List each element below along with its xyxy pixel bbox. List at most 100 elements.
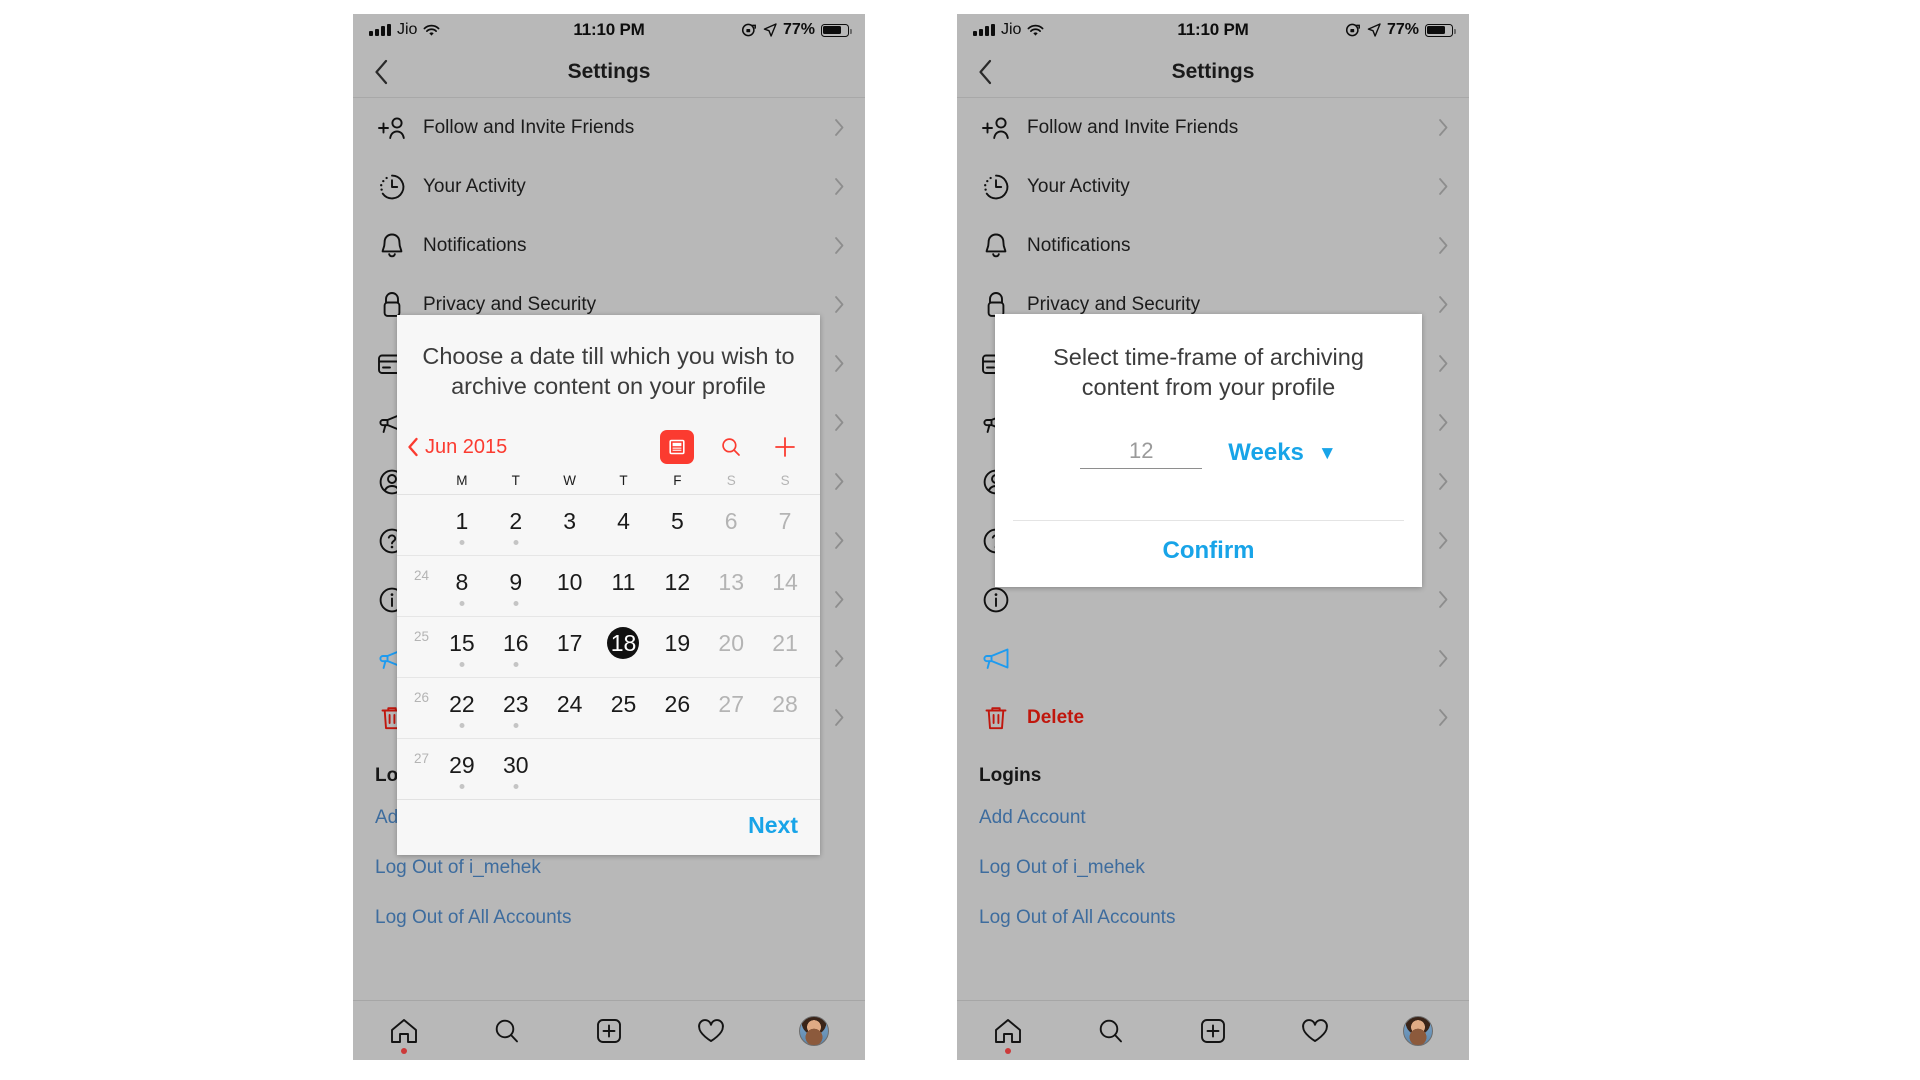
link-log-out-user[interactable]: Log Out of i_mehek xyxy=(957,843,1469,893)
tab-profile[interactable] xyxy=(1383,1008,1453,1054)
tab-home[interactable] xyxy=(973,1008,1043,1054)
tab-activity[interactable] xyxy=(1280,1008,1350,1054)
calendar-day-cell[interactable]: 26 xyxy=(650,688,704,734)
battery-icon xyxy=(1425,23,1456,37)
chevron-right-icon xyxy=(1438,354,1449,373)
month-nav[interactable]: Jun 2015 xyxy=(407,436,507,459)
sidebar-item-follow-invite-friends[interactable]: Follow and Invite Friends xyxy=(957,98,1469,157)
home-icon xyxy=(391,1018,418,1043)
calendar-footer: Next xyxy=(397,799,820,856)
next-button[interactable]: Next xyxy=(748,812,798,839)
calendar-week-row: 24 8 9 10 11 12 13 14 xyxy=(397,555,820,616)
calendar-day-number: 19 xyxy=(664,629,691,656)
calendar-day-cell[interactable]: 16 xyxy=(489,627,543,673)
tab-search[interactable] xyxy=(1076,1008,1146,1054)
calendar-day-number: 23 xyxy=(502,690,529,717)
link-add-account[interactable]: Add Account xyxy=(957,793,1469,843)
tab-add-post[interactable] xyxy=(1178,1008,1248,1054)
profile-avatar xyxy=(798,1015,829,1046)
unit-dropdown[interactable]: Weeks ▼ xyxy=(1228,439,1336,467)
plus-icon[interactable] xyxy=(768,430,802,464)
calendar-day-cell[interactable]: 10 xyxy=(543,566,597,612)
calendar-day-number: 28 xyxy=(772,690,798,717)
calendar-day-cell[interactable]: 12 xyxy=(650,566,704,612)
calendar-day-number: 7 xyxy=(778,507,792,534)
calendar-day-cell[interactable]: 5 xyxy=(650,505,704,551)
day-of-week-header: M T W T F S S xyxy=(397,473,820,496)
chevron-left-icon xyxy=(408,437,418,457)
sidebar-item-notifications[interactable]: Notifications xyxy=(353,216,865,275)
calendar-day-cell[interactable]: 19 xyxy=(650,627,704,673)
timeframe-dialog: Select time-frame of archiving content f… xyxy=(995,314,1422,587)
status-right: 77% xyxy=(741,21,852,39)
search-icon[interactable] xyxy=(714,430,748,464)
sidebar-item-notifications[interactable]: Notifications xyxy=(957,216,1469,275)
calendar-day-empty xyxy=(704,749,758,795)
add-person-icon xyxy=(375,111,409,145)
tab-activity[interactable] xyxy=(676,1008,746,1054)
list-view-icon[interactable] xyxy=(660,430,694,465)
calendar-day-number: 24 xyxy=(556,690,583,717)
dialog-title: Select time-frame of archiving content f… xyxy=(1053,344,1364,401)
calendar-week-row: 26 22 23 24 25 26 27 28 xyxy=(397,677,820,738)
calendar-day-number: 10 xyxy=(556,568,583,595)
calendar-day-cell[interactable]: 17 xyxy=(543,627,597,673)
calendar-day-cell[interactable]: 18 xyxy=(597,627,651,673)
calendar-day-number: 12 xyxy=(664,568,691,595)
tab-profile[interactable] xyxy=(779,1008,849,1054)
calendar-day-cell[interactable]: 21 xyxy=(758,627,812,673)
calendar-day-cell[interactable]: 15 xyxy=(435,627,489,673)
calendar-toolbar: Jun 2015 xyxy=(397,421,820,473)
sidebar-item-your-activity[interactable]: Your Activity xyxy=(957,157,1469,216)
tab-home[interactable] xyxy=(369,1008,439,1054)
calendar-day-cell[interactable]: 4 xyxy=(597,505,651,551)
calendar-body: Jun 2015 M T W T F S S 1 2 3 4 5 6 7 24 … xyxy=(397,421,820,800)
calendar-day-cell[interactable]: 8 xyxy=(435,566,489,612)
calendar-week-row: 1 2 3 4 5 6 7 xyxy=(397,495,820,555)
calendar-day-cell[interactable]: 14 xyxy=(758,566,812,612)
battery-percent-label: 77% xyxy=(782,21,815,38)
link-log-out-all[interactable]: Log Out of All Accounts xyxy=(957,893,1469,943)
chevron-right-icon xyxy=(1438,590,1449,609)
sidebar-item-delete[interactable]: Delete xyxy=(957,688,1469,747)
dialog-title: Choose a date till which you wish to arc… xyxy=(397,315,820,422)
calendar-day-cell[interactable]: 1 xyxy=(435,505,489,551)
calendar-day-number: 3 xyxy=(563,507,577,534)
tab-search[interactable] xyxy=(472,1008,542,1054)
chevron-right-icon xyxy=(1438,236,1449,255)
calendar-day-number: 14 xyxy=(772,568,798,595)
calendar-day-cell[interactable]: 9 xyxy=(489,566,543,612)
tab-add-post[interactable] xyxy=(574,1008,644,1054)
calendar-day-number: 4 xyxy=(617,507,630,534)
calendar-day-number: 9 xyxy=(509,568,523,595)
dow-label: F xyxy=(673,473,682,489)
status-bar: Jio 11:10 PM 77% xyxy=(353,14,865,46)
phone-screen-left: Jio 11:10 PM 77% Settings Follow and Inv… xyxy=(353,14,865,1060)
sidebar-item-archive-announce[interactable] xyxy=(957,629,1469,688)
calendar-day-cell[interactable]: 7 xyxy=(758,505,812,551)
calendar-day-cell[interactable]: 2 xyxy=(489,505,543,551)
amount-input[interactable]: 12 xyxy=(1080,438,1203,469)
calendar-day-cell[interactable]: 11 xyxy=(597,566,651,612)
calendar-day-cell[interactable]: 30 xyxy=(489,749,543,795)
nav-bar: Settings xyxy=(957,46,1469,98)
calendar-day-cell[interactable]: 27 xyxy=(704,688,758,734)
calendar-day-cell[interactable]: 20 xyxy=(704,627,758,673)
heart-icon xyxy=(1302,1018,1329,1042)
calendar-day-cell[interactable]: 24 xyxy=(543,688,597,734)
calendar-day-cell[interactable]: 13 xyxy=(704,566,758,612)
calendar-day-cell[interactable]: 29 xyxy=(435,749,489,795)
calendar-day-cell[interactable]: 25 xyxy=(597,688,651,734)
calendar-day-cell[interactable]: 28 xyxy=(758,688,812,734)
calendar-day-number: 25 xyxy=(610,690,637,717)
sidebar-item-your-activity[interactable]: Your Activity xyxy=(353,157,865,216)
calendar-day-cell[interactable]: 22 xyxy=(435,688,489,734)
sidebar-item-follow-invite-friends[interactable]: Follow and Invite Friends xyxy=(353,98,865,157)
date-picker-dialog: Choose a date till which you wish to arc… xyxy=(397,315,820,856)
link-log-out-all[interactable]: Log Out of All Accounts xyxy=(353,893,865,943)
calendar-day-cell[interactable]: 3 xyxy=(543,505,597,551)
confirm-button[interactable]: Confirm xyxy=(1163,537,1255,564)
calendar-day-cell[interactable]: 23 xyxy=(489,688,543,734)
chevron-right-icon xyxy=(1438,413,1449,432)
calendar-day-cell[interactable]: 6 xyxy=(704,505,758,551)
